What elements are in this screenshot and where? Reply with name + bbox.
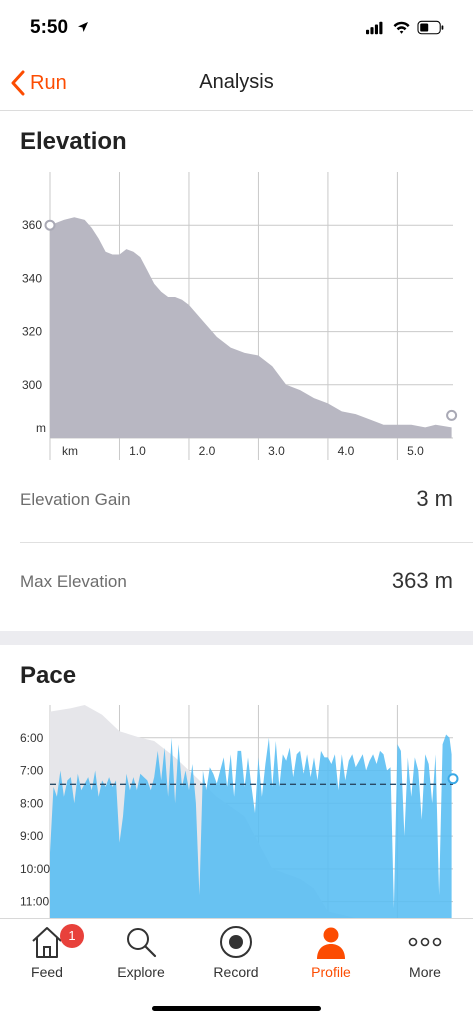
record-icon [220, 926, 252, 958]
x-tick-label: 2.0 [199, 444, 216, 458]
wifi-icon [393, 21, 410, 34]
x-tick-label: 1.0 [129, 444, 146, 458]
y-tick-label: 11:00 [20, 895, 49, 909]
y-tick-label: 7:00 [20, 764, 44, 778]
page-title: Analysis [199, 71, 274, 93]
tab-record[interactable]: Record [189, 919, 283, 989]
elevation-chart: 360 340 320 300 m km 1.0 2.0 3.0 4.0 5.0 [0, 172, 473, 460]
location-arrow-icon [78, 22, 88, 32]
signal-icon [366, 21, 383, 35]
elevation-title: Elevation [20, 128, 127, 155]
nav-bar: Run Analysis [0, 56, 473, 111]
tab-profile-label: Profile [311, 964, 351, 980]
y-tick-label: 10:00 [20, 862, 50, 876]
profile-icon [317, 927, 345, 959]
elevation-gain-value: 3 m [416, 486, 453, 511]
max-elevation-value: 363 m [391, 568, 453, 593]
max-elevation-row: Max Elevation 363 m [20, 543, 453, 625]
tab-record-label: Record [213, 964, 259, 980]
x-tick-label: 4.0 [338, 444, 355, 458]
x-tick-label: 3.0 [268, 444, 285, 458]
section-separator [0, 631, 473, 645]
elevation-end-point [446, 409, 458, 421]
y-tick-label: 340 [22, 271, 42, 285]
max-elevation-label: Max Elevation [20, 572, 127, 591]
tab-explore-label: Explore [117, 964, 165, 980]
pace-chart: 6:00 7:00 8:00 9:00 10:00 11:00 [0, 705, 473, 918]
status-bar: 5:50 [0, 0, 473, 56]
more-icon [408, 937, 442, 947]
home-icon [32, 927, 62, 958]
y-tick-label: 320 [22, 325, 42, 339]
tab-more[interactable]: More [378, 919, 472, 989]
pace-chart-svg: 6:00 7:00 8:00 9:00 10:00 11:00 [20, 705, 459, 918]
battery-icon [417, 20, 444, 35]
home-indicator [152, 1006, 321, 1011]
elevation-start-point [44, 219, 56, 231]
y-axis-unit-label: m [36, 421, 46, 435]
y-tick-label: 8:00 [20, 796, 44, 810]
status-time: 5:50 [30, 17, 69, 38]
pace-end-point [447, 773, 459, 785]
pace-title: Pace [20, 662, 77, 689]
y-tick-label: 6:00 [20, 731, 44, 745]
search-icon [127, 928, 157, 958]
y-tick-label: 360 [22, 218, 42, 232]
elevation-gain-label: Elevation Gain [20, 490, 131, 509]
elevation-area [50, 217, 452, 438]
status-icons [366, 20, 444, 35]
tab-feed-label: Feed [31, 964, 63, 980]
x-axis-unit-label: km [62, 444, 78, 458]
tab-explore[interactable]: Explore [94, 919, 188, 989]
elevation-chart-svg: 360 340 320 300 m km 1.0 2.0 3.0 4.0 5.0 [22, 172, 458, 460]
elevation-gain-row: Elevation Gain 3 m [20, 461, 453, 543]
y-tick-label: 300 [22, 378, 42, 392]
tab-profile[interactable]: Profile [284, 919, 378, 989]
x-tick-label: 5.0 [407, 444, 424, 458]
tab-more-label: More [409, 964, 441, 980]
tab-feed[interactable]: 1 Feed [0, 919, 94, 989]
y-tick-label: 9:00 [20, 829, 44, 843]
notification-badge: 1 [60, 924, 84, 948]
